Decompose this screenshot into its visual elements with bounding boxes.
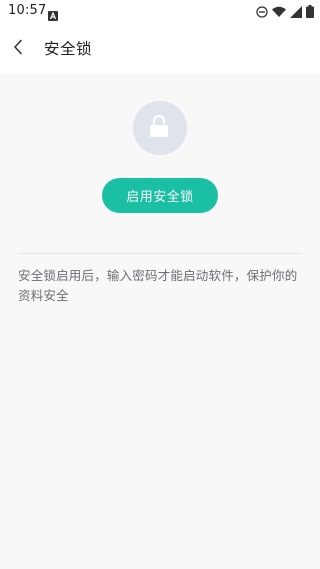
divider: [18, 253, 302, 254]
back-button[interactable]: [6, 37, 30, 61]
header: 安全锁: [0, 24, 320, 74]
status-bar: 10:57: [0, 0, 320, 24]
security-lock-description: 安全锁启用后，输入密码才能启动软件，保护你的资料安全: [18, 268, 298, 303]
chevron-left-icon: [12, 39, 24, 59]
page-title: 安全锁: [44, 40, 93, 58]
enable-security-lock-button[interactable]: 启用安全锁: [102, 178, 218, 213]
do-not-disturb-icon: [256, 3, 268, 22]
notification-a-icon: [48, 6, 58, 21]
battery-icon: [306, 3, 314, 22]
unlocked-padlock-icon: [149, 114, 171, 142]
signal-icon: [290, 3, 302, 22]
security-lock-panel: 启用安全锁 安全锁启用后，输入密码才能启动软件，保护你的资料安全: [0, 74, 320, 569]
status-time: 10:57: [8, 3, 47, 18]
lock-status-badge: [133, 101, 187, 155]
wifi-icon: [272, 3, 286, 22]
